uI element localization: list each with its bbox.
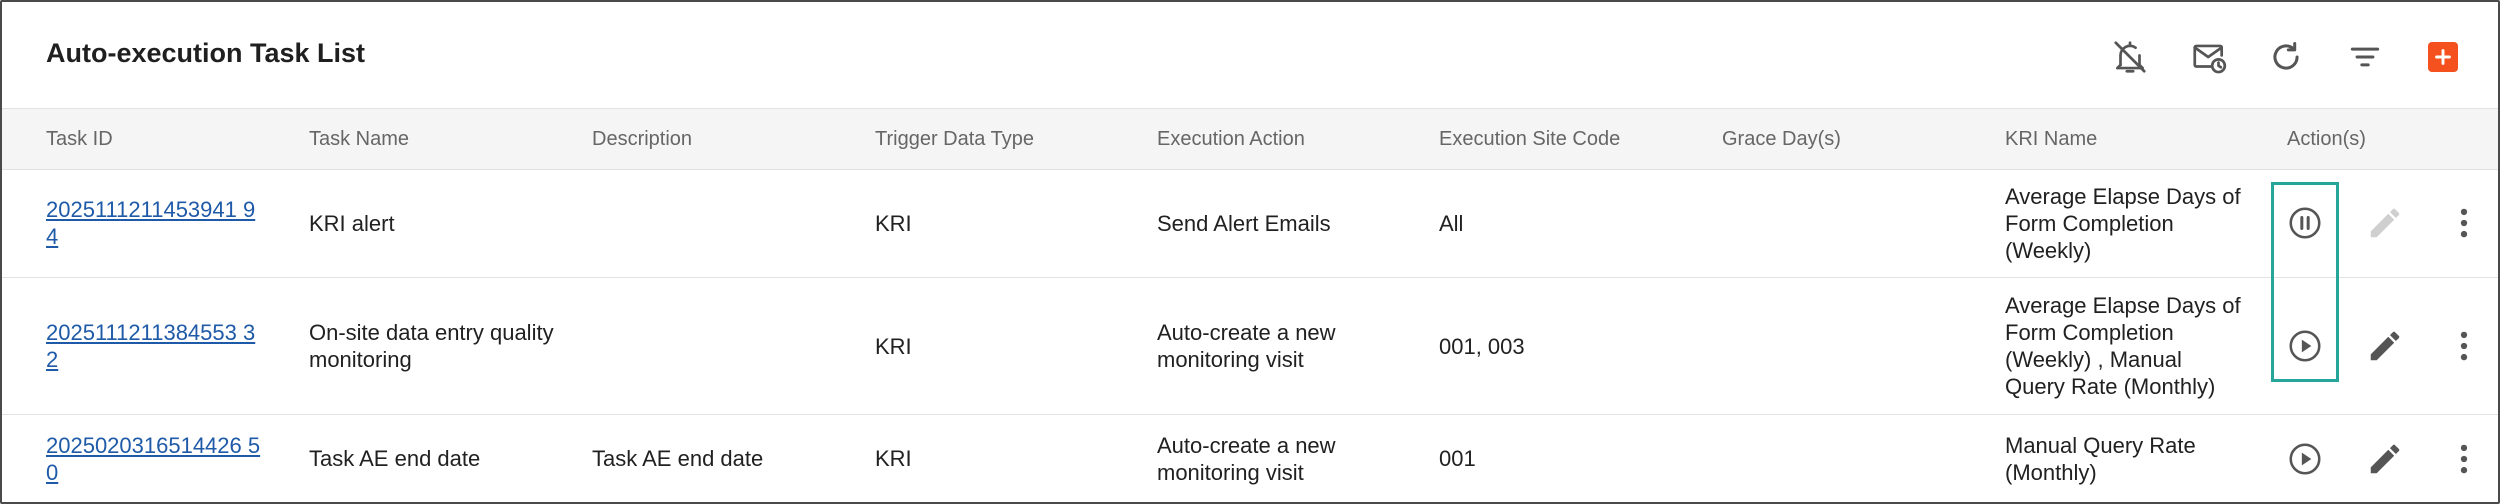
- column-header-site-code[interactable]: Execution Site Code: [1439, 109, 1620, 169]
- execution-action: Send Alert Emails: [1157, 210, 1331, 236]
- column-header-actions: Action(s): [2287, 128, 2366, 150]
- filter-icon[interactable]: [2342, 34, 2388, 80]
- execution-site-code: 001: [1439, 446, 1476, 471]
- more-vert-icon[interactable]: [2442, 201, 2486, 245]
- column-header-task-id[interactable]: Task ID: [46, 109, 113, 169]
- execution-action: Auto-create a new monitoring visit: [1157, 320, 1336, 372]
- play-circle-icon[interactable]: [2283, 324, 2327, 368]
- column-header-description[interactable]: Description: [592, 109, 692, 169]
- trigger-data-type: KRI: [875, 210, 912, 236]
- task-id-link[interactable]: 2025111211453941 94: [46, 196, 266, 250]
- kri-name: Average Elapse Days of Form Completion (…: [2005, 183, 2241, 263]
- trigger-data-type: KRI: [875, 333, 912, 359]
- kri-name: Manual Query Rate (Monthly): [2005, 432, 2196, 485]
- more-vert-icon[interactable]: [2442, 324, 2486, 368]
- task-name: On-site data entry quality monitoring: [309, 320, 554, 372]
- task-id-link[interactable]: 2025111211384553 32: [46, 319, 266, 373]
- table-row: 2025111211453941 94 KRI alert KRI Send A…: [2, 169, 2498, 278]
- task-name: KRI alert: [309, 210, 395, 236]
- task-name: Task AE end date: [309, 446, 481, 471]
- kri-name: Average Elapse Days of Form Completion (…: [2005, 293, 2241, 399]
- column-header-task-name[interactable]: Task Name: [309, 109, 409, 169]
- add-icon[interactable]: [2428, 42, 2458, 72]
- column-header-grace-days[interactable]: Grace Day(s): [1722, 109, 1841, 169]
- column-header-execution-action[interactable]: Execution Action: [1157, 109, 1305, 169]
- description: Task AE end date: [592, 446, 764, 471]
- edit-icon: [2363, 201, 2407, 245]
- schedule-email-icon[interactable]: [2186, 34, 2232, 80]
- edit-icon[interactable]: [2363, 324, 2407, 368]
- play-circle-icon[interactable]: [2283, 437, 2327, 481]
- task-list-panel: Auto-execution Task List Task ID Task Na…: [0, 0, 2500, 504]
- table-row: 2025111211384553 32 On-site data entry q…: [2, 278, 2498, 415]
- column-header-trigger-type[interactable]: Trigger Data Type: [875, 109, 1034, 169]
- execution-site-code: All: [1439, 210, 1464, 236]
- more-vert-icon[interactable]: [2442, 437, 2486, 481]
- trigger-data-type: KRI: [875, 446, 912, 471]
- table-header-row: Task ID Task Name Description Trigger Da…: [2, 108, 2498, 170]
- pause-circle-icon[interactable]: [2283, 201, 2327, 245]
- execution-action: Auto-create a new monitoring visit: [1157, 432, 1336, 485]
- column-header-kri-name[interactable]: KRI Name: [2005, 109, 2097, 169]
- notifications-off-icon[interactable]: [2107, 34, 2153, 80]
- page-title: Auto-execution Task List: [46, 38, 366, 68]
- execution-site-code: 001, 003: [1439, 333, 1525, 359]
- task-id-link[interactable]: 2025020316514426 50: [46, 432, 266, 486]
- edit-icon[interactable]: [2363, 437, 2407, 481]
- refresh-icon[interactable]: [2263, 34, 2309, 80]
- table-row: 2025020316514426 50 Task AE end date Tas…: [2, 415, 2498, 502]
